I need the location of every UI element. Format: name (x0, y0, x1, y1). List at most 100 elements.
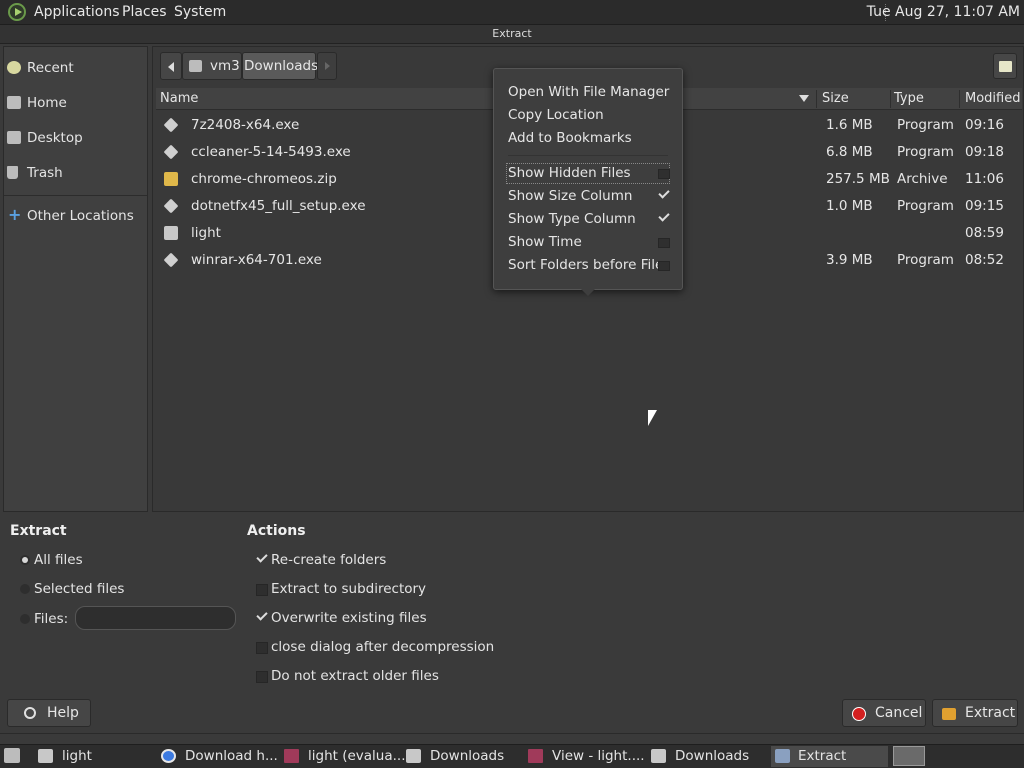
folder-icon (651, 749, 666, 763)
sidebar-item-label: Home (27, 95, 67, 111)
menu-item-sort-folders-before-files[interactable]: Sort Folders before Files (508, 257, 670, 273)
show-desktop-icon[interactable] (4, 748, 20, 763)
taskbar-item[interactable]: Downloads (406, 746, 522, 767)
workspace-switcher-icon[interactable] (893, 746, 925, 766)
menu-item-open-with-file-manager[interactable]: Open With File Manager (508, 84, 669, 100)
menu-item-show-time[interactable]: Show Time (508, 234, 582, 250)
taskbar-item-label: Downloads (430, 748, 505, 764)
file-name: dotnetfx45_full_setup.exe (191, 198, 366, 214)
taskbar-item-active[interactable]: Extract (771, 746, 888, 767)
file-name: 7z2408-x64.exe (191, 117, 300, 133)
overwrite-existing-label[interactable]: Overwrite existing files (271, 610, 427, 626)
checkmark-icon[interactable] (658, 210, 670, 222)
sidebar-item-trash[interactable]: Trash (4, 161, 147, 187)
show-time-checkbox[interactable] (658, 238, 670, 248)
applications-menu[interactable]: Applications (34, 4, 120, 20)
taskbar-item-label: View - light.... (552, 748, 645, 764)
chrome-icon (161, 749, 176, 763)
column-divider (816, 90, 817, 108)
new-folder-icon (999, 61, 1012, 72)
path-back-button[interactable] (160, 52, 182, 80)
files-radio[interactable] (20, 614, 30, 624)
folder-icon (406, 749, 421, 763)
extract-to-subdirectory-label[interactable]: Extract to subdirectory (271, 581, 426, 597)
clock[interactable]: Tue Aug 27, 11:07 AM (867, 4, 1020, 20)
show-hidden-files-checkbox[interactable] (658, 169, 670, 179)
checkmark-icon[interactable] (658, 187, 670, 199)
file-name: winrar-x64-701.exe (191, 252, 322, 268)
sidebar-item-other-locations[interactable]: + Other Locations (4, 204, 147, 230)
sidebar-item-label: Trash (27, 165, 63, 181)
sidebar-item-home[interactable]: Home (4, 91, 147, 117)
file-name: light (191, 225, 221, 241)
distro-logo-icon[interactable] (8, 3, 26, 21)
no-older-files-label[interactable]: Do not extract older files (271, 668, 439, 684)
file-type: Program (897, 252, 954, 268)
create-folder-button[interactable] (993, 53, 1017, 79)
menu-item-add-to-bookmarks[interactable]: Add to Bookmarks (508, 130, 632, 146)
sidebar-item-label: Desktop (27, 130, 83, 146)
folder-icon (164, 226, 178, 240)
files-pattern-input[interactable] (75, 606, 236, 630)
sidebar-item-desktop[interactable]: Desktop (4, 126, 147, 152)
path-forward-button[interactable] (317, 52, 337, 80)
menu-item-show-size-column[interactable]: Show Size Column (508, 188, 632, 204)
column-name[interactable]: Name (160, 91, 198, 106)
file-size: 6.8 MB (826, 144, 873, 160)
places-menu[interactable]: Places (122, 4, 167, 20)
path-segment-downloads[interactable]: Downloads (242, 52, 318, 80)
taskbar-item-label: Download h... (185, 748, 278, 764)
all-files-radio[interactable] (20, 555, 30, 565)
sidebar-divider (4, 195, 147, 196)
column-divider (890, 90, 891, 108)
help-button[interactable]: Help (7, 699, 91, 727)
window-bottom-border (0, 733, 1024, 734)
selected-files-label[interactable]: Selected files (34, 581, 124, 597)
chevron-left-icon (168, 62, 174, 72)
system-menu[interactable]: System (174, 4, 226, 20)
exe-icon (163, 144, 179, 160)
extract-button-label: Extract (965, 705, 1016, 721)
sidebar-item-recent[interactable]: Recent (4, 56, 147, 82)
file-type: Program (897, 198, 954, 214)
taskbar-item[interactable]: View - light.... (528, 746, 645, 767)
taskbar-item[interactable]: Download h... (161, 746, 278, 767)
sort-descending-icon[interactable] (799, 95, 809, 102)
places-sidebar: Recent Home Desktop Trash + Other Locati… (3, 46, 148, 512)
taskbar-item-label: light (evalua... (308, 748, 406, 764)
file-type: Archive (897, 171, 948, 187)
extract-button[interactable]: Extract (932, 699, 1018, 727)
cancel-button[interactable]: Cancel (842, 699, 926, 727)
popover-arrow (581, 289, 595, 296)
menu-item-show-type-column[interactable]: Show Type Column (508, 211, 636, 227)
recreate-folders-label[interactable]: Re-create folders (271, 552, 386, 568)
close-dialog-label[interactable]: close dialog after decompression (271, 639, 494, 655)
path-segment-vm3[interactable]: vm3 (182, 52, 242, 80)
selected-files-radio[interactable] (20, 584, 30, 594)
all-files-label[interactable]: All files (34, 552, 83, 568)
extract-to-subdirectory-checkbox[interactable] (256, 584, 268, 596)
column-modified[interactable]: Modified (965, 91, 1020, 106)
file-modified: 09:16 (965, 117, 1004, 133)
extract-section-title: Extract (10, 523, 67, 539)
taskbar: light Download h... light (evalua... Dow… (0, 744, 1024, 768)
close-dialog-checkbox[interactable] (256, 642, 268, 654)
trash-icon (7, 166, 18, 179)
menu-item-show-hidden-files[interactable]: Show Hidden Files (508, 165, 631, 181)
file-size: 1.6 MB (826, 117, 873, 133)
file-type: Program (897, 144, 954, 160)
no-older-files-checkbox[interactable] (256, 671, 268, 683)
file-name: chrome-chromeos.zip (191, 171, 337, 187)
taskbar-item[interactable]: light (evalua... (284, 746, 406, 767)
path-segment-label: vm3 (210, 58, 240, 74)
column-size[interactable]: Size (822, 91, 849, 106)
sort-folders-checkbox[interactable] (658, 261, 670, 271)
winrar-icon (284, 749, 299, 763)
cancel-button-label: Cancel (875, 705, 923, 721)
taskbar-item[interactable]: light (38, 746, 153, 767)
cancel-icon (852, 707, 866, 721)
taskbar-item[interactable]: Downloads (651, 746, 767, 767)
menu-item-copy-location[interactable]: Copy Location (508, 107, 604, 123)
files-label[interactable]: Files: (34, 611, 68, 627)
column-type[interactable]: Type (894, 91, 924, 106)
